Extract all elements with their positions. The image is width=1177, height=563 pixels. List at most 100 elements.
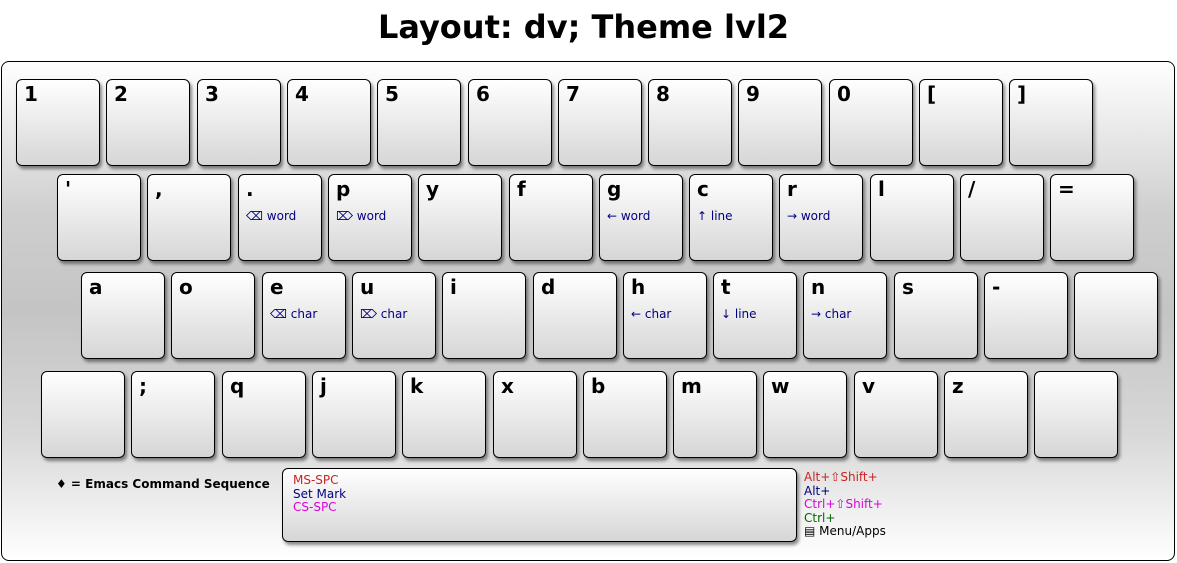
key-command-label: → word (787, 209, 831, 223)
key-label: [ (927, 82, 937, 106)
key-3-4[interactable]: k (402, 371, 486, 458)
key-label: h (631, 275, 646, 299)
key-3-1[interactable]: ; (131, 371, 215, 458)
key-0-1[interactable]: 2 (106, 79, 190, 166)
key-0-3[interactable]: 4 (287, 79, 371, 166)
key-2-8[interactable]: n → char (803, 272, 887, 359)
key-label: . (246, 177, 254, 201)
spacebar-key[interactable]: MS-SPC Set Mark CS-SPC (282, 468, 797, 542)
key-label: g (607, 177, 622, 201)
key-2-2[interactable]: e ⌫ char (262, 272, 346, 359)
key-0-6[interactable]: 7 (558, 79, 642, 166)
key-2-5[interactable]: d (533, 272, 617, 359)
key-label: r (787, 177, 797, 201)
key-2-10[interactable]: - (984, 272, 1068, 359)
key-label: m (681, 374, 702, 398)
key-label: o (179, 275, 193, 299)
key-0-7[interactable]: 8 (648, 79, 732, 166)
key-2-9[interactable]: s (894, 272, 978, 359)
legend-alt-shift: Alt+⇧Shift+ (804, 470, 878, 484)
key-1-5[interactable]: f (509, 174, 593, 261)
key-2-11[interactable] (1074, 272, 1158, 359)
key-command-label: ← char (631, 307, 672, 321)
key-label: 0 (837, 82, 851, 106)
key-3-10[interactable]: z (944, 371, 1028, 458)
key-0-0[interactable]: 1 (16, 79, 100, 166)
key-0-11[interactable]: ] (1009, 79, 1093, 166)
key-command-label: ↑ line (697, 209, 733, 223)
key-3-6[interactable]: b (583, 371, 667, 458)
emacs-sequence-note: ♦ = Emacs Command Sequence (56, 477, 270, 491)
key-3-0[interactable] (41, 371, 125, 458)
key-label: d (541, 275, 556, 299)
key-1-3[interactable]: p ⌦ word (328, 174, 412, 261)
key-label: ' (65, 177, 72, 201)
key-label: f (517, 177, 526, 201)
key-label: / (968, 177, 976, 201)
key-3-9[interactable]: v (854, 371, 938, 458)
key-1-10[interactable]: / (960, 174, 1044, 261)
key-3-5[interactable]: x (493, 371, 577, 458)
key-2-0[interactable]: a (81, 272, 165, 359)
key-0-2[interactable]: 3 (197, 79, 281, 166)
key-3-8[interactable]: w (763, 371, 847, 458)
key-label: l (878, 177, 885, 201)
key-label: - (992, 275, 1001, 299)
key-1-2[interactable]: . ⌫ word (238, 174, 322, 261)
legend-alt: Alt+ (804, 483, 831, 498)
key-label: 4 (295, 82, 309, 106)
key-1-0[interactable]: ' (57, 174, 141, 261)
key-command-label: ⌫ word (246, 209, 297, 223)
key-command-label: ← word (607, 209, 651, 223)
key-label: v (862, 374, 876, 398)
key-label: c (697, 177, 709, 201)
key-label: 1 (24, 82, 38, 106)
spacebar-label-alt: Set Mark (293, 487, 347, 501)
key-0-8[interactable]: 9 (738, 79, 822, 166)
key-label: ; (139, 374, 147, 398)
key-2-6[interactable]: h ← char (623, 272, 707, 359)
key-1-8[interactable]: r → word (779, 174, 863, 261)
key-command-label: ↓ line (721, 307, 757, 321)
key-1-1[interactable]: , (147, 174, 231, 261)
key-2-7[interactable]: t ↓ line (713, 272, 797, 359)
key-command-label: → char (811, 307, 852, 321)
key-label: z (952, 374, 964, 398)
key-0-5[interactable]: 6 (468, 79, 552, 166)
key-label: b (591, 374, 606, 398)
key-1-11[interactable]: = (1050, 174, 1134, 261)
spacebar-label-alt-shift: MS-SPC (293, 473, 339, 487)
key-0-10[interactable]: [ (919, 79, 1003, 166)
key-2-3[interactable]: u ⌦ char (352, 272, 436, 359)
key-label: 9 (746, 82, 760, 106)
key-0-9[interactable]: 0 (829, 79, 913, 166)
key-2-4[interactable]: i (442, 272, 526, 359)
key-3-2[interactable]: q (222, 371, 306, 458)
key-0-4[interactable]: 5 (377, 79, 461, 166)
key-3-3[interactable]: j (312, 371, 396, 458)
key-label: p (336, 177, 351, 201)
key-3-11[interactable] (1034, 371, 1118, 458)
key-label: j (320, 374, 327, 398)
key-2-1[interactable]: o (171, 272, 255, 359)
layout-title: Layout: dv; Theme lvl2 (377, 8, 790, 46)
key-1-4[interactable]: y (418, 174, 502, 261)
key-label: y (426, 177, 440, 201)
key-command-label: ⌦ word (336, 209, 387, 223)
key-label: n (811, 275, 826, 299)
key-label: 8 (656, 82, 670, 106)
key-command-label: ⌦ char (360, 307, 408, 321)
legend-ctrl: Ctrl+ (804, 510, 836, 525)
key-3-7[interactable]: m (673, 371, 757, 458)
key-label: x (501, 374, 514, 398)
spacebar-label-ctrl-shift: CS-SPC (293, 500, 337, 514)
key-command-label: ⌫ char (270, 307, 318, 321)
key-1-7[interactable]: c ↑ line (689, 174, 773, 261)
key-label: s (902, 275, 914, 299)
key-label: w (771, 374, 790, 398)
key-1-6[interactable]: g ← word (599, 174, 683, 261)
key-label: u (360, 275, 375, 299)
key-label: ] (1017, 82, 1027, 106)
modifier-legend: Alt+⇧Shift+ Alt+ Ctrl+⇧Shift+ Ctrl+ ▤ Me… (804, 470, 886, 539)
key-1-9[interactable]: l (870, 174, 954, 261)
